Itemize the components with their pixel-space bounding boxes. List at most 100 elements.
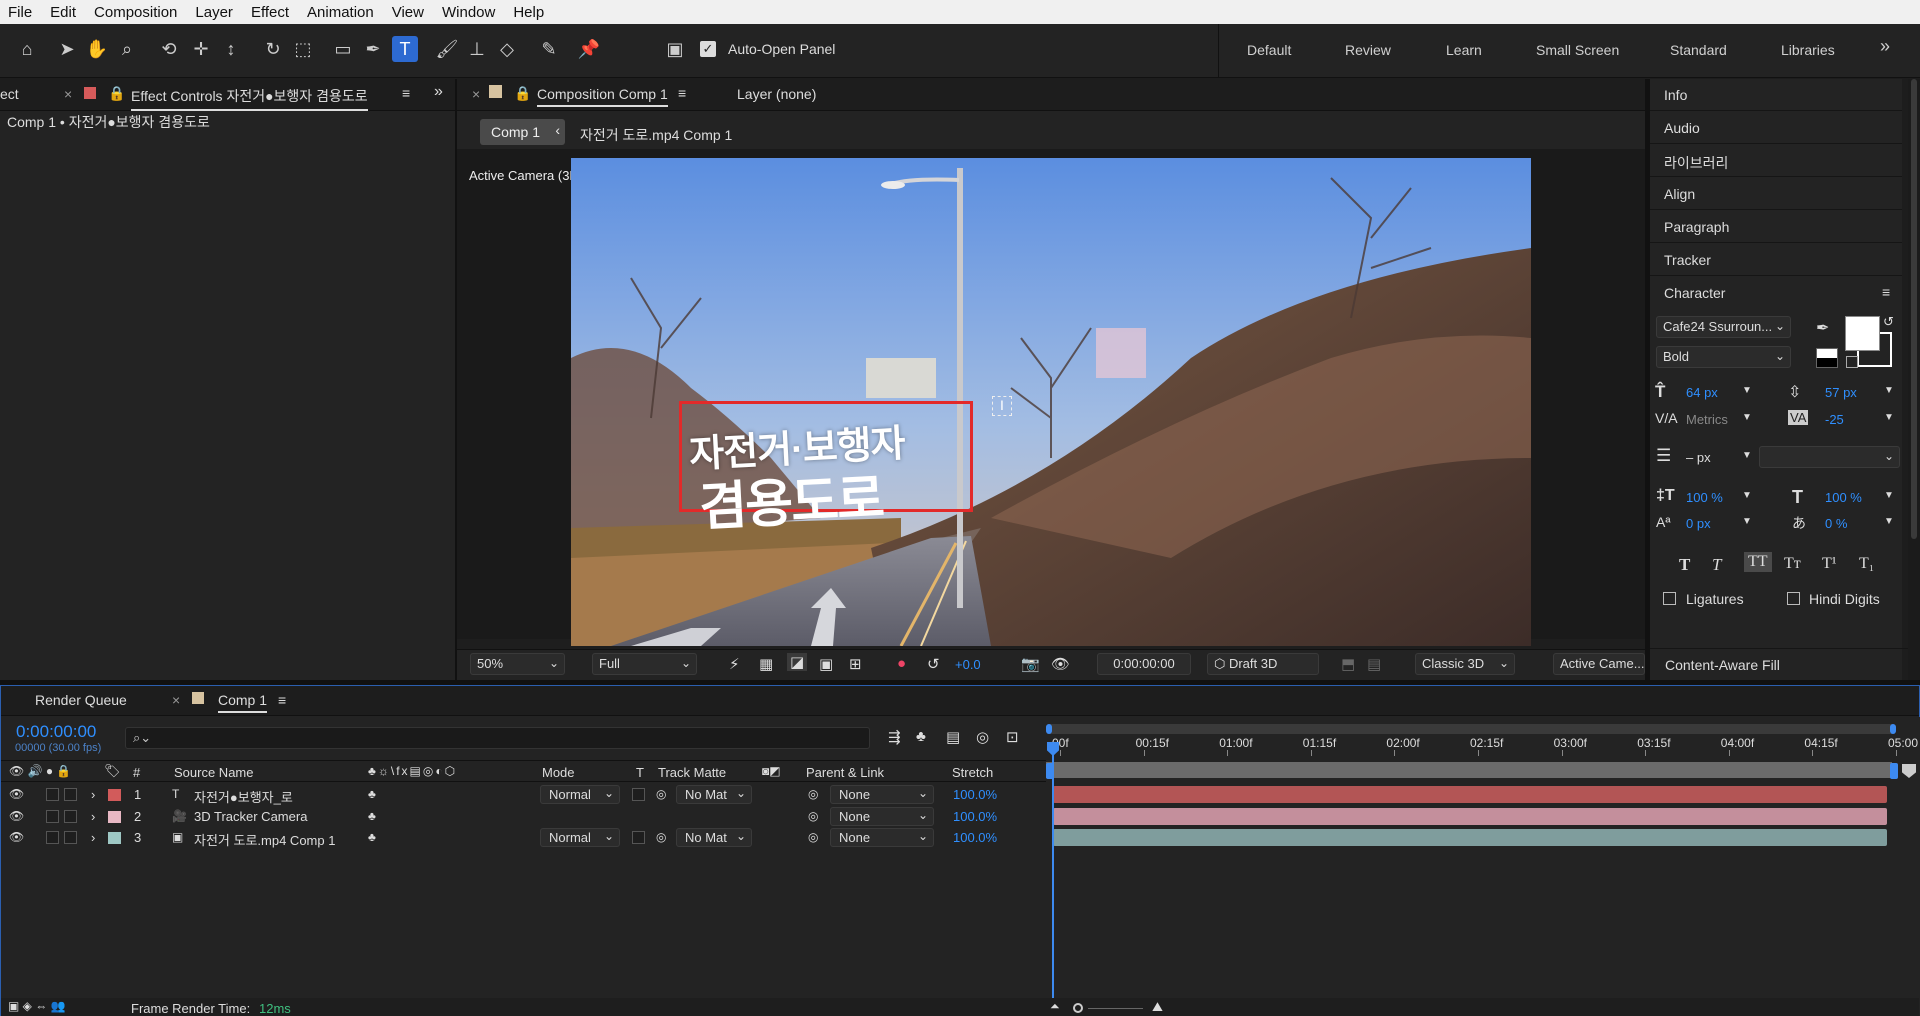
- default-colors-icon[interactable]: [1816, 348, 1838, 368]
- workspace-libraries[interactable]: Libraries: [1781, 42, 1835, 58]
- parent-pickwhip-icon[interactable]: ◎: [808, 787, 818, 801]
- tab-effect-controls[interactable]: Effect Controls 자전거●보행자 겸용도로: [131, 86, 368, 111]
- layer-duration-bar[interactable]: [1053, 829, 1887, 846]
- track-matte-dropdown[interactable]: No Mat ⌄: [676, 828, 752, 847]
- tsume-value[interactable]: 0 %: [1825, 516, 1847, 531]
- chevron-down-icon[interactable]: ▼: [1884, 385, 1894, 396]
- anchor-tool-icon[interactable]: ⬚: [290, 36, 316, 62]
- parent-dropdown[interactable]: None ⌄: [830, 785, 934, 804]
- header-stretch[interactable]: Stretch: [952, 765, 993, 780]
- expand-panel-icon[interactable]: »: [434, 83, 443, 101]
- pen-tool-icon[interactable]: ✒: [360, 36, 386, 62]
- lock-toggle[interactable]: [64, 831, 77, 844]
- comp-frame[interactable]: 자전거·보행자 겸용도로: [571, 158, 1531, 646]
- tab-render-queue[interactable]: Render Queue: [35, 692, 127, 708]
- font-style-dropdown[interactable]: Bold ⌄: [1656, 346, 1791, 368]
- close-icon[interactable]: ×: [472, 86, 480, 102]
- solo-toggle[interactable]: [46, 788, 59, 801]
- lock-icon[interactable]: 🔒: [108, 85, 125, 102]
- layer-label-color[interactable]: [108, 789, 121, 801]
- brush-tool-icon[interactable]: 🖌: [434, 36, 460, 62]
- timeline-timecode[interactable]: 0:00:00:00: [16, 722, 96, 742]
- tab-comp1[interactable]: Comp 1: [218, 692, 268, 713]
- subscript-icon[interactable]: T₁: [1859, 555, 1874, 573]
- tab-composition[interactable]: Composition Comp 1: [537, 86, 668, 107]
- view-dropdown[interactable]: Active Came...: [1553, 653, 1645, 675]
- chevron-down-icon[interactable]: ▼: [1884, 516, 1894, 527]
- transparency-grid-icon[interactable]: ▦: [759, 655, 773, 673]
- region-of-interest-icon[interactable]: ▣: [819, 655, 833, 673]
- content-aware-fill-label[interactable]: Content-Aware Fill: [1665, 657, 1780, 673]
- layer-duration-bar[interactable]: [1053, 807, 1887, 825]
- zoom-in-icon[interactable]: ⛰: [1152, 999, 1163, 1015]
- layer-source-name[interactable]: 자전거 도로.mp4 Comp 1: [194, 830, 335, 849]
- swap-colors-icon[interactable]: ↺: [1883, 314, 1894, 330]
- menu-file[interactable]: File: [0, 4, 42, 21]
- menu-help[interactable]: Help: [505, 4, 554, 21]
- vertical-scale-value[interactable]: 100 %: [1686, 490, 1723, 505]
- footer-toggle-icons[interactable]: ▣ ◈ ⇔ 👥: [8, 999, 66, 1013]
- panel-tracker[interactable]: Tracker: [1650, 244, 1902, 276]
- orbit-camera-icon[interactable]: ⟲: [156, 36, 182, 62]
- visibility-eye-icon[interactable]: 👁: [9, 830, 24, 844]
- comp-nav-button[interactable]: Comp 1 ‹: [480, 119, 565, 145]
- more-workspaces-icon[interactable]: »: [1880, 36, 1890, 57]
- eraser-tool-icon[interactable]: ◇: [494, 36, 520, 62]
- snapshot-icon[interactable]: 📷: [1021, 655, 1040, 673]
- lock-toggle[interactable]: [64, 788, 77, 801]
- zoom-slider-handle[interactable]: [1073, 1003, 1083, 1013]
- draft-3d-toggle[interactable]: ⬡ Draft 3D: [1207, 653, 1319, 675]
- solo-toggle[interactable]: [46, 809, 59, 823]
- header-mode[interactable]: Mode: [542, 765, 575, 780]
- tab-layer[interactable]: Layer (none): [737, 86, 816, 102]
- shy-switch-icon[interactable]: ♣: [368, 809, 376, 823]
- layer-row[interactable]: 👁 › 3 ▣ 자전거 도로.mp4 Comp 1 ♣ Normal ⌄ ◎ No Mat ⌄ ◎ No…: [0, 827, 1050, 848]
- panel-menu-icon[interactable]: ≡: [1882, 284, 1890, 300]
- lock-icon[interactable]: 🔒: [514, 85, 531, 102]
- chevron-down-icon[interactable]: ▼: [1884, 490, 1894, 501]
- small-caps-icon[interactable]: Tт: [1784, 555, 1801, 573]
- font-family-dropdown[interactable]: Cafe24 Ssurroun... ⌄: [1656, 316, 1791, 338]
- dolly-camera-icon[interactable]: ↕: [218, 36, 244, 62]
- panel-menu-icon[interactable]: ≡: [678, 85, 686, 101]
- lock-toggle[interactable]: [64, 809, 77, 823]
- header-t[interactable]: T: [636, 765, 644, 780]
- menu-layer[interactable]: Layer: [187, 4, 243, 21]
- fill-color-front[interactable]: [1845, 316, 1880, 351]
- menu-composition[interactable]: Composition: [86, 4, 187, 21]
- eyedropper-icon[interactable]: ✒: [1816, 318, 1829, 338]
- layer-row[interactable]: 👁 › 1 T 자전거●보행자_로 ♣ Normal ⌄ ◎ No Mat ⌄ ◎ None ⌄ 100.0…: [0, 784, 1050, 805]
- fast-previews-icon[interactable]: ⚡: [729, 655, 740, 673]
- puppet-pin-icon[interactable]: 📌: [576, 36, 602, 62]
- type-tool-icon[interactable]: T: [392, 36, 418, 62]
- channel-icon[interactable]: ●: [897, 655, 906, 672]
- header-source-name[interactable]: Source Name: [174, 765, 253, 780]
- preserve-transparency-toggle[interactable]: [632, 831, 645, 844]
- layer-row[interactable]: 👁 › 2 🎥 3D Tracker Camera ♣ ◎ None ⌄ 100.0%: [0, 806, 1050, 827]
- layer-source-name[interactable]: 3D Tracker Camera: [194, 809, 307, 824]
- preserve-transparency-toggle[interactable]: [632, 788, 645, 801]
- faux-bold-icon[interactable]: T: [1679, 555, 1690, 575]
- all-caps-icon[interactable]: TT: [1744, 552, 1772, 572]
- motion-blur-icon[interactable]: ◎: [976, 728, 989, 746]
- stretch-value[interactable]: 100.0%: [953, 830, 997, 845]
- menu-edit[interactable]: Edit: [42, 4, 86, 21]
- panel-align[interactable]: Align: [1650, 178, 1902, 210]
- selection-tool-icon[interactable]: ➤: [54, 36, 80, 62]
- workspace-standard[interactable]: Standard: [1670, 42, 1727, 58]
- blend-mode-dropdown[interactable]: Normal ⌄: [540, 828, 620, 847]
- faux-italic-icon[interactable]: T: [1712, 555, 1721, 575]
- pan-camera-icon[interactable]: ✛: [188, 36, 214, 62]
- stroke-style-dropdown[interactable]: ⌄: [1759, 446, 1900, 468]
- timecode-field[interactable]: 0:00:00:00: [1097, 653, 1191, 675]
- time-ruler[interactable]: 00f 00:15f 01:00f 01:15f 02:00f 02:15f 03:00f 0…: [1046, 736, 1918, 756]
- blend-mode-dropdown[interactable]: Normal ⌄: [540, 785, 620, 804]
- ligatures-checkbox[interactable]: [1663, 592, 1676, 605]
- matte-link-icon[interactable]: ◎: [656, 787, 666, 801]
- menu-effect[interactable]: Effect: [243, 4, 299, 21]
- panel-audio[interactable]: Audio: [1650, 112, 1902, 144]
- parent-dropdown[interactable]: None ⌄: [830, 806, 934, 826]
- track-matte-dropdown[interactable]: No Mat ⌄: [676, 785, 752, 804]
- panel-paragraph[interactable]: Paragraph: [1650, 211, 1902, 243]
- extended-viewer-icon[interactable]: ▤: [1367, 655, 1381, 673]
